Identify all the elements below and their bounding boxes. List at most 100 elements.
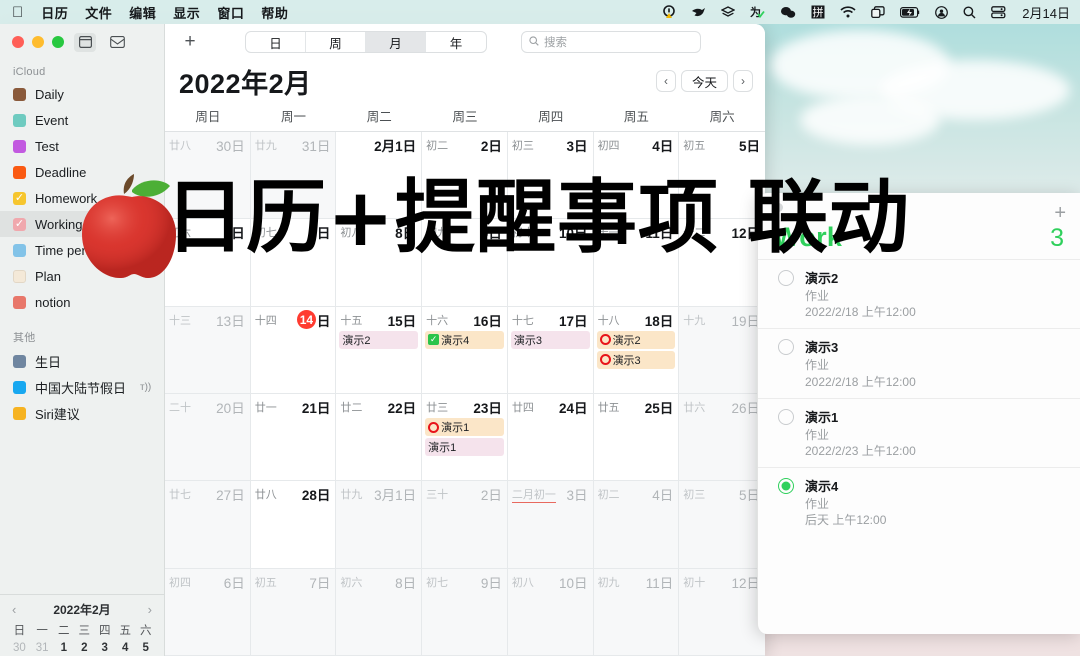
next-month-button[interactable]: ›: [733, 70, 753, 92]
calendar-window[interactable]: iCloud Daily Event Test Deadline Homewor…: [0, 24, 765, 656]
minimize-button[interactable]: [32, 36, 44, 48]
sidebar-item-birthday[interactable]: 生日: [0, 348, 164, 374]
menu-item-edit[interactable]: 编辑: [129, 3, 156, 22]
view-week-button[interactable]: 周: [306, 32, 366, 52]
reminder-item[interactable]: 演示4 作业 后天 上午12:00: [758, 467, 1080, 536]
calendar-day-cell[interactable]: 十八 18日 演示2 演示3: [593, 306, 680, 394]
calendar-day-cell[interactable]: 十六 16日 ✓ 演示4: [422, 306, 508, 394]
calendar-day-cell[interactable]: 二月初一 3日: [507, 481, 594, 569]
menu-item-file[interactable]: 文件: [85, 3, 112, 22]
calendar-event-chip[interactable]: 演示1: [425, 418, 504, 436]
color-swatch[interactable]: [13, 243, 26, 257]
color-swatch-checked[interactable]: [13, 217, 26, 231]
menu-item-help[interactable]: 帮助: [261, 3, 288, 22]
apple-logo-icon[interactable]: : [12, 5, 23, 20]
calendar-day-cell[interactable]: 廿四 24日: [507, 394, 594, 482]
control-center-icon[interactable]: [935, 5, 949, 19]
color-swatch[interactable]: [13, 354, 26, 368]
mini-day[interactable]: 1: [54, 640, 74, 656]
calendar-list-toggle-icon[interactable]: [74, 32, 96, 52]
macos-menubar[interactable]:  日历 文件 编辑 显示 窗口 帮助 为 拼 2月14日: [0, 0, 1080, 24]
color-swatch[interactable]: [13, 113, 26, 127]
view-year-button[interactable]: 年: [426, 32, 486, 52]
mini-prev-month-button[interactable]: ‹: [12, 602, 16, 617]
calendar-event-chip[interactable]: 演示2: [596, 330, 676, 349]
calendar-event-chip[interactable]: 演示3: [596, 350, 676, 369]
sidebar-item-event[interactable]: Event: [0, 107, 164, 133]
view-day-button[interactable]: 日: [246, 32, 306, 52]
mini-day[interactable]: 4: [115, 640, 135, 656]
zoom-button[interactable]: [52, 36, 64, 48]
color-swatch-checked[interactable]: [13, 191, 26, 205]
calendar-event-chip[interactable]: 演示1: [425, 438, 504, 456]
calendar-day-cell[interactable]: 初十 12日: [679, 568, 765, 656]
calendar-toolbar[interactable]: + 日 周 月 年 搜索: [165, 24, 765, 60]
add-reminder-button[interactable]: +: [1054, 203, 1066, 223]
calendar-day-cell[interactable]: 初三 5日: [679, 481, 765, 569]
calendar-day-cell[interactable]: 廿三 23日 演示1 演示1: [422, 394, 508, 482]
pinyin-input-icon[interactable]: 拼: [811, 5, 825, 19]
calendar-day-cell[interactable]: 初九 11日: [593, 568, 680, 656]
mini-calendar[interactable]: ‹ 2022年2月 › 日 一 二 三 四 五 六 30 31 1 2 3 4 …: [0, 594, 164, 656]
calendar-day-cell[interactable]: 初六 8日: [336, 568, 423, 656]
calendar-list[interactable]: iCloud Daily Event Test Deadline Homewor…: [0, 60, 164, 594]
battery-charging-icon[interactable]: [900, 6, 920, 18]
mini-day[interactable]: 31: [31, 640, 54, 656]
close-button[interactable]: [12, 36, 24, 48]
calendar-day-cell[interactable]: 初七 9日: [422, 568, 508, 656]
wifi-icon[interactable]: [840, 6, 856, 18]
screen-mirroring-icon[interactable]: [871, 5, 885, 19]
view-month-button[interactable]: 月: [366, 32, 426, 52]
reminder-complete-checked-icon[interactable]: [778, 478, 794, 495]
inbox-icon[interactable]: [106, 33, 128, 52]
menu-item-window[interactable]: 窗口: [217, 3, 244, 22]
reminder-complete-icon[interactable]: [778, 408, 794, 425]
menu-item-app[interactable]: 日历: [41, 3, 68, 22]
color-swatch[interactable]: [13, 406, 26, 420]
color-swatch[interactable]: [13, 139, 26, 153]
sidebar-item-holidays[interactable]: 中国大陆节假日 ᴛ)): [0, 374, 164, 400]
calendar-nav-group[interactable]: ‹ 今天 ›: [655, 70, 753, 92]
reminder-item[interactable]: 演示2 作业 2022/2/18 上午12:00: [758, 259, 1080, 328]
wechat-icon[interactable]: [780, 6, 796, 19]
calendar-day-cell[interactable]: 十三 13日: [165, 306, 251, 394]
today-button[interactable]: 今天: [680, 70, 728, 92]
calendar-sidebar[interactable]: iCloud Daily Event Test Deadline Homewor…: [0, 24, 165, 656]
view-segmented-control[interactable]: 日 周 月 年: [245, 31, 487, 53]
shield-check-icon[interactable]: 为: [750, 5, 766, 19]
color-swatch[interactable]: [13, 295, 26, 309]
calendar-day-cell[interactable]: 三十 2日: [422, 481, 508, 569]
stack-icon[interactable]: [991, 5, 1006, 19]
calendar-day-cell[interactable]: 廿六 26日: [679, 394, 765, 482]
sidebar-item-notion[interactable]: notion: [0, 289, 164, 315]
reminder-item[interactable]: 演示1 作业 2022/2/23 上午12:00: [758, 397, 1080, 467]
calendar-day-cell[interactable]: 初八 10日: [507, 568, 594, 656]
calendar-event-chip[interactable]: 演示3: [510, 330, 590, 349]
sidebar-item-test[interactable]: Test: [0, 133, 164, 159]
add-event-button[interactable]: +: [177, 31, 203, 53]
calendar-day-cell[interactable]: 十九 19日: [679, 306, 765, 394]
reminder-item[interactable]: 演示3 作业 2022/2/18 上午12:00: [758, 328, 1080, 397]
search-icon[interactable]: [963, 6, 976, 19]
calendar-event-chip[interactable]: 演示2: [339, 330, 419, 349]
reminders-list[interactable]: 演示2 作业 2022/2/18 上午12:00 演示3 作业 2022/2/18 上午1…: [758, 259, 1080, 537]
calendar-day-cell[interactable]: 廿五 25日: [593, 394, 680, 482]
mini-next-month-button[interactable]: ›: [148, 602, 152, 617]
mini-day[interactable]: 30: [8, 640, 31, 656]
calendar-day-cell[interactable]: 廿二 22日: [336, 394, 423, 482]
color-swatch[interactable]: [13, 165, 26, 179]
reminder-complete-icon[interactable]: [778, 270, 794, 286]
menu-item-view[interactable]: 显示: [173, 3, 200, 22]
calendar-day-cell[interactable]: 廿八 28日: [250, 481, 337, 569]
calendar-day-cell[interactable]: 廿七 27日: [165, 481, 251, 569]
mini-calendar-grid[interactable]: 日 一 二 三 四 五 六 30 31 1 2 3 4 5: [8, 620, 156, 656]
window-controls[interactable]: [0, 24, 164, 60]
calendar-day-cell[interactable]: 初五 7日: [250, 568, 337, 656]
mini-day[interactable]: 5: [135, 640, 156, 656]
mini-day[interactable]: 2: [74, 640, 94, 656]
calendar-day-cell[interactable]: 十五 15日 演示2: [336, 306, 423, 394]
calendar-day-cell[interactable]: 十四 14 日: [250, 306, 337, 394]
sidebar-item-daily[interactable]: Daily: [0, 81, 164, 107]
layers-icon[interactable]: [721, 5, 736, 19]
prev-month-button[interactable]: ‹: [655, 70, 676, 92]
